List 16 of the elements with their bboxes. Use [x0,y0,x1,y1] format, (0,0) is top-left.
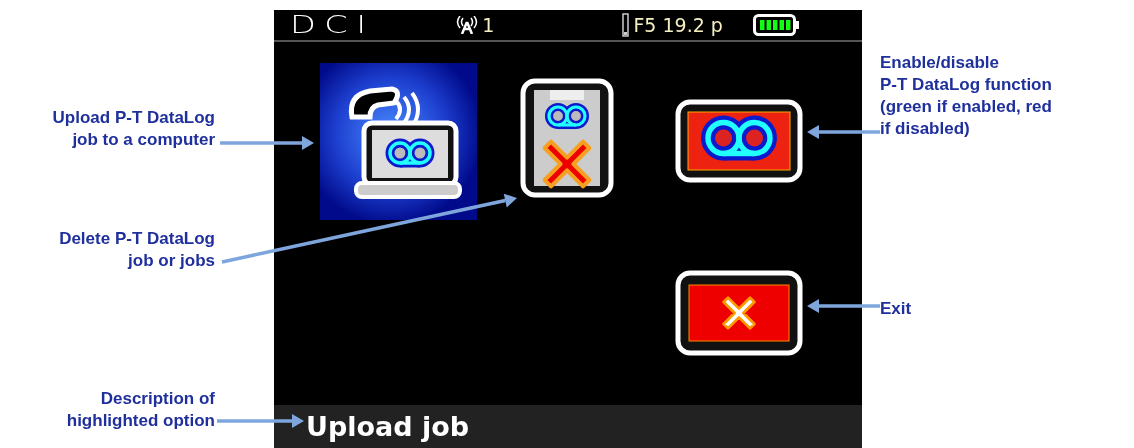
option-description: Upload job [306,411,470,442]
callout-text: Exit [880,298,912,320]
callout-text: Delete P-T DataLog job or jobs [59,228,215,272]
logo: DCI [290,11,375,39]
callout-text: Enable/disable P-T DataLog function (green if enabled, red if disabled) [880,52,1052,140]
upload-menu-item[interactable] [320,63,477,220]
delete-tape-icon[interactable] [520,78,614,198]
battery-icon [752,14,801,36]
datalog-toggle-icon[interactable] [675,99,803,183]
callout-text: Description of highlighted option [66,388,215,432]
signal-meter-icon [622,13,630,37]
exit-icon[interactable] [675,270,803,356]
callout-text: Upload P-T DataLog job to a computer [52,107,215,151]
channel-number: 1 [482,14,495,36]
antenna-icon [456,16,479,34]
frequency-reading: F5 19.2 p [633,14,723,36]
